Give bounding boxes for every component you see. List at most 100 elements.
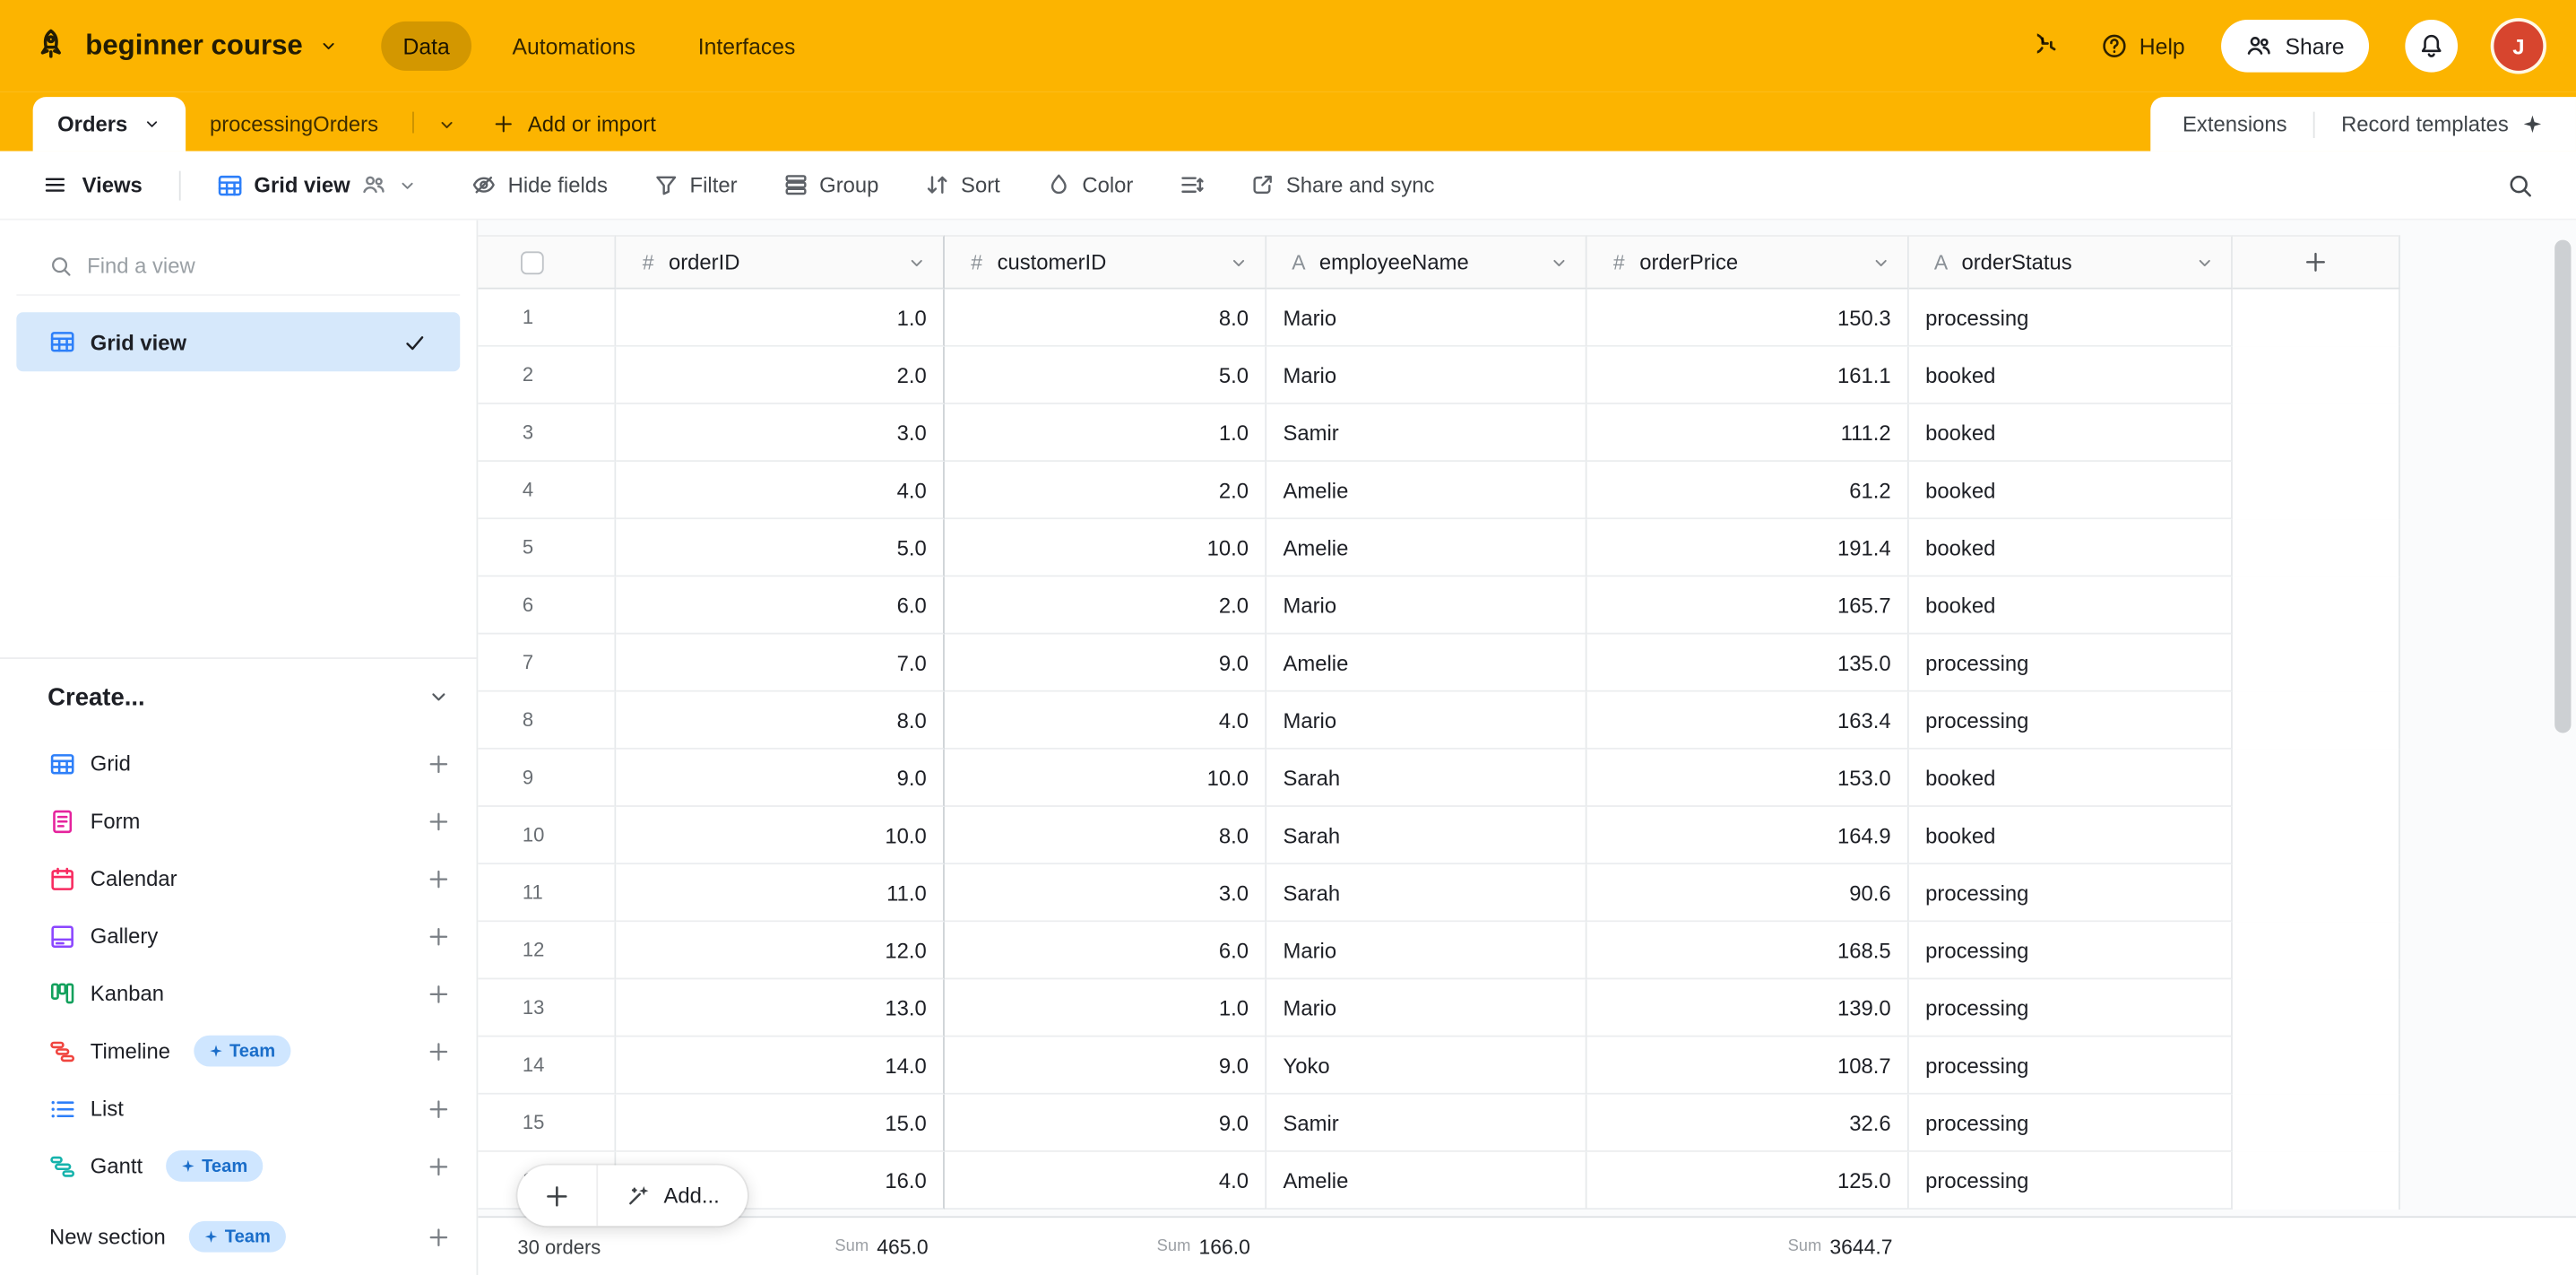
- cell-customerID[interactable]: 10.0: [945, 519, 1266, 577]
- create-section-header[interactable]: Create...: [0, 659, 477, 734]
- cell-orderID[interactable]: 8.0: [616, 692, 945, 750]
- cell-customerID[interactable]: 9.0: [945, 1037, 1266, 1095]
- column-header-customerID[interactable]: #customerID: [945, 235, 1266, 289]
- cell-orderPrice[interactable]: 168.5: [1587, 922, 1909, 979]
- column-header-orderStatus[interactable]: AorderStatus: [1909, 235, 2233, 289]
- select-all-checkbox[interactable]: [521, 251, 544, 274]
- create-item-new-section[interactable]: New sectionTeam: [0, 1208, 477, 1265]
- cell-employeeName[interactable]: Samir: [1266, 404, 1586, 462]
- view-item-grid-view[interactable]: Grid view: [16, 312, 460, 371]
- cell-orderID[interactable]: 9.0: [616, 750, 945, 807]
- row-number[interactable]: 2: [478, 347, 616, 404]
- cell-orderPrice[interactable]: 111.2: [1587, 404, 1909, 462]
- add-field-button[interactable]: [2233, 235, 2400, 289]
- cell-employeeName[interactable]: Mario: [1266, 347, 1586, 404]
- column-header-orderPrice[interactable]: #orderPrice: [1587, 235, 1909, 289]
- cell-orderPrice[interactable]: 164.9: [1587, 807, 1909, 864]
- nav-tab-interfaces[interactable]: Interfaces: [677, 22, 817, 71]
- cell-orderID[interactable]: 11.0: [616, 864, 945, 922]
- add-with-ai-button[interactable]: Add...: [598, 1166, 748, 1227]
- create-item-grid[interactable]: Grid: [0, 734, 477, 792]
- views-button[interactable]: Views: [26, 161, 159, 209]
- user-avatar[interactable]: J: [2494, 22, 2543, 71]
- row-number[interactable]: 8: [478, 692, 616, 750]
- cell-customerID[interactable]: 4.0: [945, 692, 1266, 750]
- cell-orderPrice[interactable]: 32.6: [1587, 1095, 1909, 1152]
- cell-orderStatus[interactable]: processing: [1909, 1152, 2233, 1210]
- row-number[interactable]: 4: [478, 462, 616, 519]
- cell-orderStatus[interactable]: processing: [1909, 922, 2233, 979]
- create-item-calendar[interactable]: Calendar: [0, 850, 477, 907]
- cell-orderPrice[interactable]: 139.0: [1587, 979, 1909, 1036]
- cell-orderID[interactable]: 6.0: [616, 577, 945, 634]
- row-number[interactable]: 1: [478, 290, 616, 347]
- cell-customerID[interactable]: 10.0: [945, 750, 1266, 807]
- cell-employeeName[interactable]: Yoko: [1266, 1037, 1586, 1095]
- cell-customerID[interactable]: 8.0: [945, 290, 1266, 347]
- base-switcher[interactable]: beginner course: [33, 28, 339, 64]
- cell-orderID[interactable]: 14.0: [616, 1037, 945, 1095]
- create-item-gallery[interactable]: Gallery: [0, 907, 477, 965]
- cell-employeeName[interactable]: Mario: [1266, 577, 1586, 634]
- extensions-button[interactable]: Extensions: [2183, 112, 2287, 136]
- cell-orderID[interactable]: 2.0: [616, 347, 945, 404]
- create-item-form[interactable]: Form: [0, 792, 477, 849]
- record-templates-button[interactable]: Record templates: [2341, 112, 2543, 136]
- cell-employeeName[interactable]: Sarah: [1266, 807, 1586, 864]
- cell-customerID[interactable]: 9.0: [945, 1095, 1266, 1152]
- row-number[interactable]: 14: [478, 1037, 616, 1095]
- filter-button[interactable]: Filter: [635, 161, 756, 209]
- nav-tab-data[interactable]: Data: [382, 22, 471, 71]
- cell-orderID[interactable]: 5.0: [616, 519, 945, 577]
- cell-customerID[interactable]: 5.0: [945, 347, 1266, 404]
- select-all-cell[interactable]: [478, 235, 616, 289]
- cell-employeeName[interactable]: Samir: [1266, 1095, 1586, 1152]
- cell-employeeName[interactable]: Amelie: [1266, 519, 1586, 577]
- cell-employeeName[interactable]: Amelie: [1266, 1152, 1586, 1210]
- row-number[interactable]: 10: [478, 807, 616, 864]
- create-item-list[interactable]: List: [0, 1080, 477, 1137]
- table-tab-processing-orders[interactable]: processingOrders: [185, 97, 402, 151]
- add-or-import-button[interactable]: Add or import: [471, 97, 679, 151]
- column-header-employeeName[interactable]: AemployeeName: [1266, 235, 1586, 289]
- create-item-gantt[interactable]: GanttTeam: [0, 1137, 477, 1194]
- cell-customerID[interactable]: 4.0: [945, 1152, 1266, 1210]
- cell-orderStatus[interactable]: processing: [1909, 1095, 2233, 1152]
- cell-orderPrice[interactable]: 165.7: [1587, 577, 1909, 634]
- cell-employeeName[interactable]: Amelie: [1266, 462, 1586, 519]
- table-list-dropdown[interactable]: [424, 97, 470, 151]
- help-button[interactable]: Help: [2102, 33, 2185, 59]
- cell-orderStatus[interactable]: booked: [1909, 577, 2233, 634]
- row-number[interactable]: 6: [478, 577, 616, 634]
- row-number[interactable]: 15: [478, 1095, 616, 1152]
- cell-customerID[interactable]: 6.0: [945, 922, 1266, 979]
- cell-employeeName[interactable]: Mario: [1266, 922, 1586, 979]
- cell-customerID[interactable]: 2.0: [945, 577, 1266, 634]
- row-number[interactable]: 13: [478, 979, 616, 1036]
- color-button[interactable]: Color: [1028, 161, 1152, 209]
- cell-orderStatus[interactable]: processing: [1909, 634, 2233, 691]
- cell-orderID[interactable]: 3.0: [616, 404, 945, 462]
- vertical-scrollbar[interactable]: [2554, 233, 2571, 1210]
- current-view-button[interactable]: Grid view: [200, 160, 434, 210]
- cell-customerID[interactable]: 8.0: [945, 807, 1266, 864]
- cell-customerID[interactable]: 1.0: [945, 979, 1266, 1036]
- sort-button[interactable]: Sort: [907, 161, 1018, 209]
- cell-orderID[interactable]: 1.0: [616, 290, 945, 347]
- share-button[interactable]: Share: [2221, 20, 2369, 73]
- cell-employeeName[interactable]: Mario: [1266, 979, 1586, 1036]
- cell-customerID[interactable]: 2.0: [945, 462, 1266, 519]
- nav-tab-automations[interactable]: Automations: [491, 22, 657, 71]
- notifications-button[interactable]: [2405, 20, 2458, 73]
- cell-orderPrice[interactable]: 61.2: [1587, 462, 1909, 519]
- cell-orderPrice[interactable]: 90.6: [1587, 864, 1909, 922]
- cell-orderPrice[interactable]: 108.7: [1587, 1037, 1909, 1095]
- column-summary-orderPrice[interactable]: Sum3644.7: [1587, 1218, 1909, 1275]
- cell-employeeName[interactable]: Mario: [1266, 692, 1586, 750]
- column-header-orderID[interactable]: #orderID: [616, 235, 945, 289]
- cell-orderPrice[interactable]: 135.0: [1587, 634, 1909, 691]
- row-number[interactable]: 7: [478, 634, 616, 691]
- column-summary-customerID[interactable]: Sum166.0: [945, 1218, 1266, 1275]
- cell-orderPrice[interactable]: 153.0: [1587, 750, 1909, 807]
- scrollbar-thumb[interactable]: [2554, 240, 2571, 733]
